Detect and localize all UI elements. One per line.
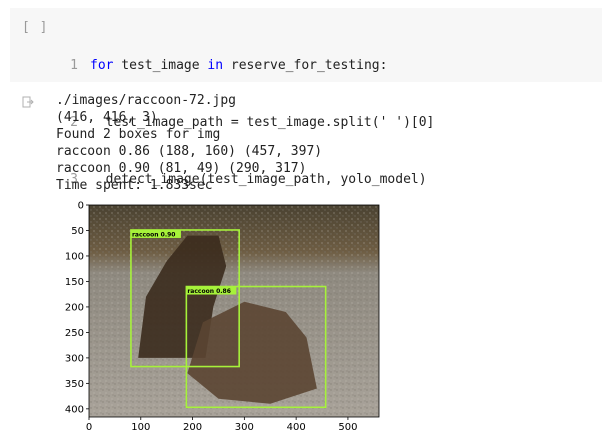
y-tick-label: 100 bbox=[65, 251, 84, 262]
y-tick-label: 400 bbox=[65, 404, 84, 415]
y-tick-label: 200 bbox=[65, 302, 84, 313]
x-tick-label: 500 bbox=[338, 422, 357, 433]
x-tick-label: 300 bbox=[235, 422, 254, 433]
y-tick-label: 250 bbox=[65, 328, 84, 339]
y-tick-label: 350 bbox=[65, 379, 84, 390]
y-tick-label: 50 bbox=[71, 226, 84, 237]
code-cell-input[interactable]: [ ] 1 for test_image in reserve_for_testi… bbox=[10, 8, 602, 187]
output-line: ./images/raccoon-72.jpg bbox=[56, 93, 237, 108]
code-line-1: 1 for test_image in reserve_for_testing: bbox=[64, 56, 434, 75]
output-arrow-icon bbox=[22, 96, 34, 108]
x-tick-label: 400 bbox=[287, 422, 306, 433]
x-tick-label: 200 bbox=[183, 422, 202, 433]
output-line: Found 2 boxes for img bbox=[56, 127, 221, 142]
output-line: (416, 416, 3) bbox=[56, 110, 158, 125]
keyword-in: in bbox=[207, 58, 224, 73]
image-plot: raccoon 0.90 raccoon 0.86 0 100 200 300 400 50… bbox=[65, 201, 380, 433]
y-tick-label: 150 bbox=[65, 277, 84, 288]
output-line: Time spent: 1.833sec bbox=[56, 178, 213, 193]
line-number: 1 bbox=[70, 58, 78, 73]
detection-label: raccoon 0.86 bbox=[187, 288, 231, 295]
plot-output: raccoon 0.90 raccoon 0.86 0 100 200 300 400 50… bbox=[54, 196, 394, 443]
cell-output-text: ./images/raccoon-72.jpg (416, 416, 3) Foun… bbox=[56, 92, 322, 194]
code-text: reserve_for_testing: bbox=[223, 58, 388, 73]
x-tick-label: 0 bbox=[86, 422, 92, 433]
run-cell-button[interactable]: [ ] bbox=[22, 20, 48, 35]
output-line: raccoon 0.86 (188, 160) (457, 397) bbox=[56, 144, 323, 159]
y-tick-label: 0 bbox=[78, 201, 84, 212]
detection-label: raccoon 0.90 bbox=[132, 231, 176, 238]
x-tick-label: 100 bbox=[131, 422, 150, 433]
y-tick-label: 300 bbox=[65, 353, 84, 364]
output-line: raccoon 0.90 (81, 49) (290, 317) bbox=[56, 161, 307, 176]
code-text: test_image bbox=[113, 58, 208, 73]
keyword-for: for bbox=[90, 58, 114, 73]
